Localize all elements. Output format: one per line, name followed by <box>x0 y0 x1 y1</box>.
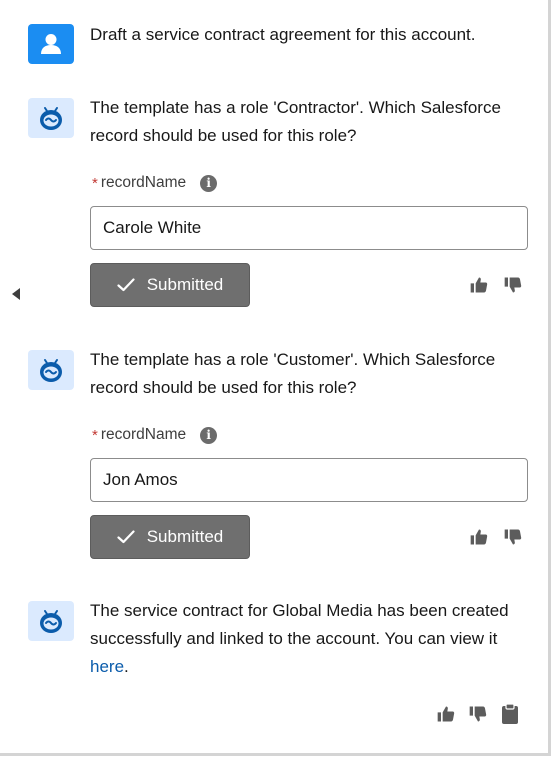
field-label-text: recordName <box>100 174 187 191</box>
feedback-group-2 <box>469 527 523 547</box>
result-text-end: . <box>124 657 129 676</box>
feedback-group-3 <box>436 703 520 725</box>
thumbs-up-icon[interactable] <box>469 527 489 547</box>
bot-message-contractor: The template has a role 'Contractor'. Wh… <box>90 98 501 145</box>
feedback-group-1 <box>469 275 523 295</box>
collapse-arrow-icon[interactable] <box>12 288 20 300</box>
required-marker: * <box>92 174 98 192</box>
user-avatar-icon <box>28 24 74 64</box>
clipboard-icon[interactable] <box>500 703 520 725</box>
einstein-bot-icon <box>28 601 74 641</box>
submitted-button-contractor[interactable]: Submitted <box>90 263 250 307</box>
thumbs-up-icon[interactable] <box>469 275 489 295</box>
check-icon <box>117 278 135 292</box>
record-name-label: * recordName i <box>92 426 218 444</box>
bot-message-result: The service contract for Global Media ha… <box>90 597 530 681</box>
thumbs-down-icon[interactable] <box>468 704 488 724</box>
info-icon[interactable]: i <box>200 174 218 192</box>
check-icon <box>117 530 135 544</box>
bot-message-customer: The template has a role 'Customer'. Whic… <box>90 350 496 397</box>
here-link[interactable]: here <box>90 657 124 676</box>
user-message: Draft a service contract agreement for t… <box>90 25 476 44</box>
button-label: Submitted <box>146 527 224 546</box>
thumbs-up-icon[interactable] <box>436 704 456 724</box>
record-name-input-customer[interactable] <box>90 458 528 502</box>
thumbs-down-icon[interactable] <box>503 275 523 295</box>
thumbs-down-icon[interactable] <box>503 527 523 547</box>
einstein-bot-icon <box>28 350 74 390</box>
info-icon[interactable]: i <box>200 426 218 444</box>
result-text: The service contract for Global Media ha… <box>90 601 509 648</box>
chat-panel: Draft a service contract agreement for t… <box>0 0 551 756</box>
einstein-bot-icon <box>28 98 74 138</box>
button-label: Submitted <box>146 275 224 294</box>
required-marker: * <box>92 426 98 444</box>
record-name-label: * recordName i <box>92 174 218 192</box>
submitted-button-customer[interactable]: Submitted <box>90 515 250 559</box>
record-name-input-contractor[interactable] <box>90 206 528 250</box>
field-label-text: recordName <box>100 426 187 443</box>
